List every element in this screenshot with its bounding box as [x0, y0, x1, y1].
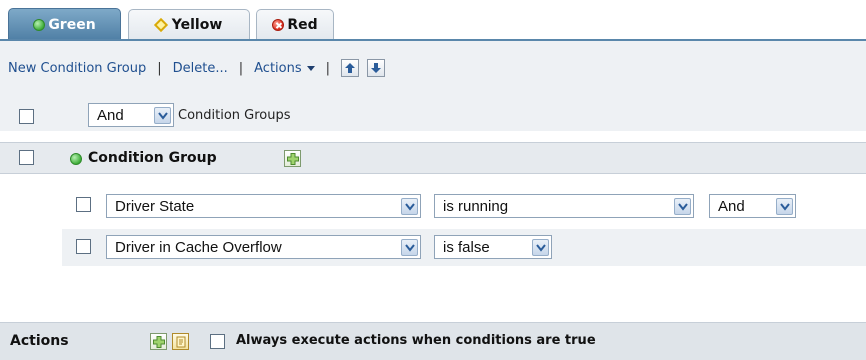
- condition-groups-row: And Condition Groups: [0, 99, 866, 131]
- select-all-checkbox[interactable]: [19, 109, 34, 124]
- chevron-down-icon: [154, 107, 171, 124]
- tab-yellow[interactable]: Yellow: [128, 9, 250, 40]
- tab-red[interactable]: Red: [256, 9, 334, 40]
- add-action-button[interactable]: [150, 333, 167, 350]
- condition-conjunction-select[interactable]: And: [709, 194, 796, 218]
- move-down-button[interactable]: [367, 59, 386, 77]
- tab-green[interactable]: Green: [8, 8, 121, 40]
- green-circle-icon: [33, 18, 46, 31]
- tab-yellow-label: Yellow: [171, 17, 223, 33]
- arrow-up-icon: [345, 63, 356, 73]
- chevron-down-icon: [532, 239, 549, 256]
- red-x-circle-icon: [272, 19, 285, 31]
- condition-field-value: Driver in Cache Overflow: [115, 238, 282, 256]
- condition-group-header: Condition Group: [0, 142, 866, 174]
- green-circle-icon: [70, 153, 82, 165]
- condition-operator-value: is false: [443, 238, 490, 256]
- always-execute-checkbox[interactable]: [210, 334, 225, 349]
- tab-green-label: Green: [48, 16, 96, 33]
- yellow-diamond-icon: [153, 17, 168, 33]
- always-execute-label: Always execute actions when conditions a…: [236, 333, 596, 348]
- condition-group-checkbox[interactable]: [19, 150, 34, 165]
- new-condition-group-link[interactable]: New Condition Group: [8, 61, 146, 76]
- condition-operator-value: is running: [443, 197, 509, 215]
- tab-red-label: Red: [287, 17, 318, 33]
- toolbar-separator: |: [157, 60, 162, 76]
- condition-operator-select[interactable]: is running: [434, 194, 694, 218]
- plus-icon: [152, 335, 165, 348]
- chevron-down-icon: [401, 198, 418, 215]
- toolbar-actions: New Condition Group | Delete... | Action…: [8, 57, 393, 79]
- groups-operator-value: And: [97, 106, 124, 124]
- condition-groups-label: Condition Groups: [178, 108, 291, 123]
- toolbar-separator: |: [238, 60, 244, 76]
- chevron-down-icon: [674, 198, 691, 215]
- groups-operator-select[interactable]: And: [88, 103, 174, 127]
- actions-menu-label: Actions: [254, 60, 302, 76]
- actions-bar: Actions Always execute actions when cond…: [0, 322, 866, 360]
- move-up-button[interactable]: [341, 59, 360, 77]
- add-condition-button[interactable]: [284, 150, 301, 167]
- condition-checkbox[interactable]: [76, 239, 91, 254]
- delete-link[interactable]: Delete...: [173, 61, 228, 76]
- chevron-down-icon: [401, 239, 418, 256]
- condition-toolbar: New Condition Group | Delete... | Action…: [0, 41, 866, 99]
- condition-group-title: Condition Group: [88, 150, 217, 166]
- condition-conjunction-value: And: [718, 197, 745, 215]
- arrow-down-icon: [371, 63, 382, 73]
- edit-actions-button[interactable]: [172, 333, 189, 350]
- actions-menu[interactable]: Actions: [254, 61, 315, 76]
- notes-icon: [176, 336, 185, 347]
- status-tabs: Green Yellow Red: [0, 0, 866, 41]
- condition-row: Driver State is running And: [62, 191, 866, 228]
- condition-checkbox[interactable]: [76, 197, 91, 212]
- caret-down-icon: [306, 65, 315, 71]
- condition-operator-select[interactable]: is false: [434, 235, 552, 259]
- plus-icon: [286, 152, 299, 165]
- condition-field-select[interactable]: Driver in Cache Overflow: [106, 235, 421, 259]
- condition-field-value: Driver State: [115, 197, 195, 215]
- condition-field-select[interactable]: Driver State: [106, 194, 421, 218]
- toolbar-separator: |: [325, 60, 331, 76]
- condition-row: Driver in Cache Overflow is false: [62, 229, 866, 266]
- chevron-down-icon: [776, 198, 793, 215]
- actions-title: Actions: [10, 333, 69, 349]
